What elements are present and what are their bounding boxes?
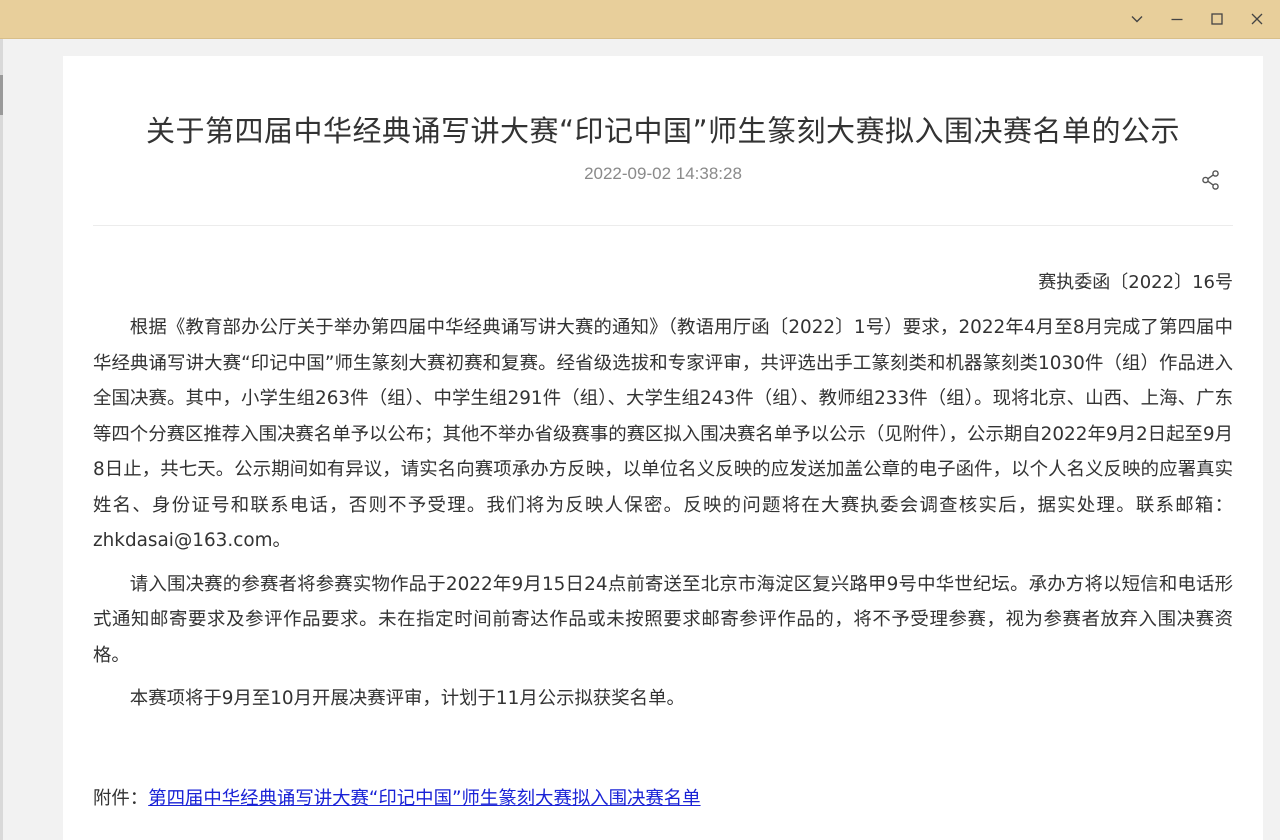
body-paragraph: 本赛项将于9月至10月开展决赛评审，计划于11月公示拟获奖名单。 bbox=[129, 688, 685, 709]
share-button[interactable] bbox=[1200, 169, 1222, 191]
cropped-tab-strip bbox=[14, 0, 834, 6]
window-titlebar bbox=[0, 0, 1280, 39]
window-controls bbox=[1120, 4, 1274, 34]
document-number: 赛执委函〔2022〕16号 bbox=[1038, 272, 1233, 293]
maximize-icon bbox=[1211, 13, 1223, 25]
dropdown-button[interactable] bbox=[1120, 4, 1154, 34]
chevron-down-icon bbox=[1131, 16, 1143, 23]
article-body: 根据《教育部办公厅关于举办第四届中华经典诵写讲大赛的通知》（教语用厅函〔2022… bbox=[93, 310, 1233, 725]
minimize-button[interactable] bbox=[1160, 4, 1194, 34]
left-scroll-edge bbox=[0, 39, 3, 840]
attachment-label: 附件： bbox=[93, 788, 149, 809]
maximize-button[interactable] bbox=[1200, 4, 1234, 34]
close-button[interactable] bbox=[1240, 4, 1274, 34]
title-divider bbox=[93, 225, 1233, 226]
minimize-icon bbox=[1171, 18, 1183, 21]
attachment-line: 附件：第四届中华经典诵写讲大赛“印记中国”师生篆刻大赛拟入围决赛名单 bbox=[93, 784, 701, 810]
attachment-link[interactable]: 第四届中华经典诵写讲大赛“印记中国”师生篆刻大赛拟入围决赛名单 bbox=[148, 788, 700, 809]
share-icon bbox=[1202, 170, 1219, 190]
article-page: 关于第四届中华经典诵写讲大赛“印记中国”师生篆刻大赛拟入围决赛名单的公示 202… bbox=[63, 56, 1263, 840]
publish-date: 2022-09-02 14:38:28 bbox=[584, 164, 742, 183]
body-paragraph: 请入围决赛的参赛者将参赛实物作品于2022年9月15日24点前寄送至北京市海淀区… bbox=[93, 573, 1233, 666]
page-title: 关于第四届中华经典诵写讲大赛“印记中国”师生篆刻大赛拟入围决赛名单的公示 bbox=[145, 114, 1181, 148]
edge-marker bbox=[0, 75, 3, 115]
close-icon bbox=[1251, 13, 1263, 25]
body-paragraph: 根据《教育部办公厅关于举办第四届中华经典诵写讲大赛的通知》（教语用厅函〔2022… bbox=[93, 317, 1233, 551]
